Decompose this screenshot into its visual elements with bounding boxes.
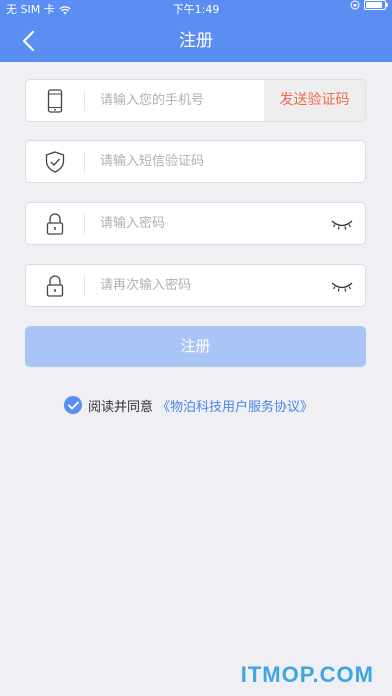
- field-separator: [84, 214, 85, 234]
- status-bar: 无 SIM 卡 下午1:49: [0, 0, 392, 20]
- password-input[interactable]: [100, 203, 320, 244]
- eye-closed-icon[interactable]: [331, 279, 353, 293]
- lock-icon: [46, 212, 64, 235]
- agreement-row: 阅读并同意 《物泊科技用户服务协议》: [64, 395, 313, 415]
- status-right: [350, 0, 388, 10]
- battery-icon: [364, 0, 388, 10]
- eye-closed-icon[interactable]: [331, 217, 353, 231]
- agreement-link[interactable]: 《物泊科技用户服务协议》: [157, 396, 313, 415]
- register-button[interactable]: 注册: [25, 326, 366, 367]
- nav-bar: 注册: [0, 20, 392, 62]
- orientation-lock-icon: [350, 0, 360, 10]
- page-title: 注册: [179, 31, 213, 51]
- check-icon: [67, 401, 79, 409]
- agreement-text: 阅读并同意: [88, 399, 154, 415]
- field-separator: [84, 91, 85, 111]
- status-time: 下午1:49: [172, 3, 220, 16]
- agree-checkbox[interactable]: [64, 396, 82, 414]
- shield-check-icon: [45, 150, 65, 173]
- phone-input[interactable]: [100, 80, 270, 121]
- watermark-logo: ITMOP.COM: [240, 662, 374, 687]
- lock-icon-wrap: [26, 203, 84, 244]
- field-separator: [84, 276, 85, 296]
- shield-icon-wrap: [26, 141, 84, 182]
- phone-icon: [47, 88, 63, 113]
- send-code-button[interactable]: 发送验证码: [264, 80, 365, 121]
- lock-icon-wrap: [26, 265, 84, 306]
- confirm-password-input[interactable]: [100, 265, 320, 306]
- sms-code-field: [25, 140, 366, 183]
- field-separator: [84, 152, 85, 172]
- phone-field: 发送验证码: [25, 79, 366, 122]
- password-field: [25, 202, 366, 245]
- confirm-password-field: [25, 264, 366, 307]
- phone-icon-wrap: [26, 80, 84, 121]
- sms-code-input[interactable]: [100, 141, 350, 182]
- lock-icon: [46, 274, 64, 297]
